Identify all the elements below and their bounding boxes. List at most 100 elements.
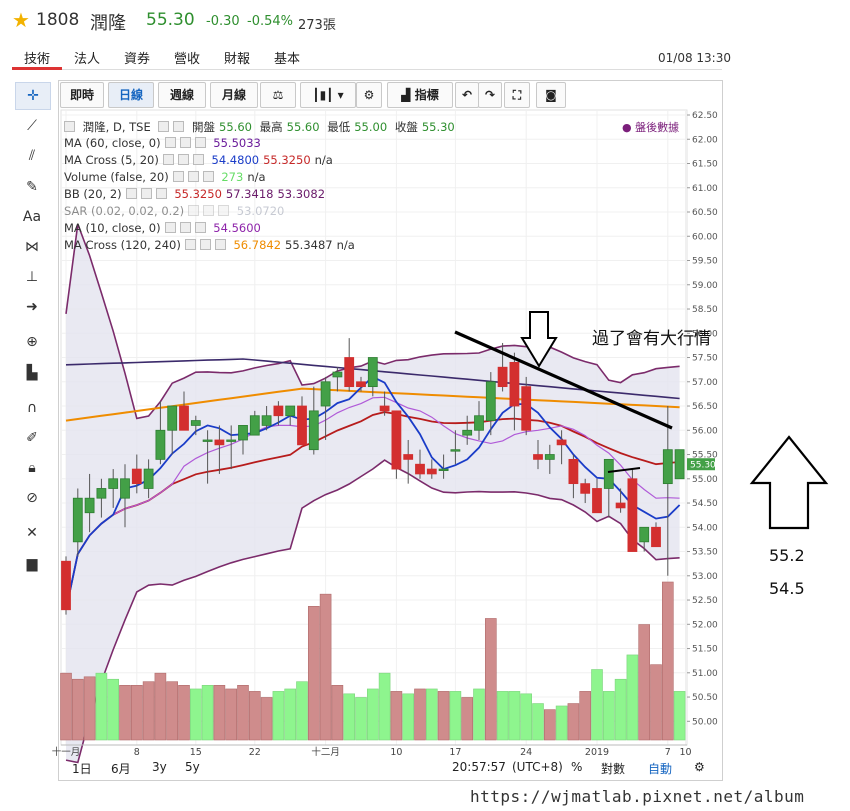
candle-body [214,439,225,446]
volume-bar [178,685,190,741]
visibility-icon[interactable] [199,239,211,250]
indicator-label: MA Cross (120, 240) [64,238,181,252]
range-6m-button[interactable]: 6月 [111,760,131,777]
close-icon[interactable] [202,171,214,182]
after-hours-toggle[interactable]: ● 盤後數據 [622,119,679,135]
candle-body [462,429,473,436]
volume-bar [249,691,261,741]
visibility-icon[interactable] [173,121,185,132]
indicator-value: 54.4800 [211,153,260,167]
candle-body [426,468,437,475]
log-scale-toggle[interactable]: 對數 [601,760,625,777]
visibility-icon[interactable] [179,137,191,148]
range-3y-button[interactable]: 3y [152,760,167,774]
axis-settings-gear-icon[interactable]: ⚙ [694,760,705,774]
volume-bar [638,624,651,741]
indicator-value: n/a [336,238,355,252]
volume-bar [661,581,674,741]
auto-scale-toggle[interactable]: 自動 [648,760,672,777]
candle-body [415,463,425,475]
candle-body [639,526,650,543]
volume-bar [437,691,450,741]
x-tick-label: 24 [520,747,532,758]
settings-icon[interactable] [162,154,174,165]
chart-bottom-bar: 1日 6月 3y 5y 20:57:57 (UTC+8) % 對數 自動 ⚙ [60,759,720,777]
volume-bar [579,691,592,741]
x-tick-label: 十二月 [311,746,340,758]
candle-body [497,366,508,388]
candle-body [474,415,484,431]
settings-icon[interactable] [164,137,176,148]
collapse-icon[interactable] [64,121,75,132]
visibility-icon[interactable] [177,154,189,165]
candle-body [96,488,107,499]
close-icon[interactable] [214,239,226,250]
x-tick-label: 22 [249,747,261,758]
candle-body [202,439,213,442]
volume-bar [508,691,521,741]
candle-body [332,371,343,378]
high-label: 最高 [259,120,283,134]
candle-body [651,526,661,548]
settings-icon[interactable] [164,222,176,233]
x-tick-label: 10 [679,747,691,758]
visibility-icon[interactable] [140,188,152,199]
candle-body [544,454,555,460]
indicator-label: MA (10, close, 0) [64,221,161,235]
volume-bar [237,685,249,741]
volume-bar [142,681,155,741]
volume-bar [355,697,367,741]
candle-body [120,478,130,499]
volume-bar [520,693,533,741]
range-1d-button[interactable]: 1日 [72,760,92,777]
x-tick-label: 2019 [585,747,609,758]
settings-icon[interactable] [172,171,184,182]
candle-body [533,454,543,460]
volume-bar [650,664,662,741]
clock-time: 20:57:57 [452,760,506,774]
legend-row: MA (60, close, 0) 55.5033 [64,136,265,150]
candle-body [521,386,532,431]
candle-body [485,381,496,421]
volume-bar [390,691,403,741]
range-5y-button[interactable]: 5y [185,760,200,774]
volume-bar [366,688,379,741]
close-icon[interactable] [194,137,206,148]
settings-icon[interactable] [188,205,200,216]
candle-body [238,425,248,441]
settings-icon[interactable] [158,121,170,132]
visibility-icon[interactable] [179,222,191,233]
indicator-value: 53.0720 [236,204,285,218]
settings-icon[interactable] [184,239,196,250]
volume-bar [414,688,426,741]
x-tick-label: 7 [665,747,671,758]
visibility-icon[interactable] [203,205,215,216]
close-icon[interactable] [218,205,230,216]
candle-body [568,458,579,485]
indicator-label: SAR (0.02, 0.02, 0.2) [64,204,185,218]
volume-bar [626,654,639,741]
settings-icon[interactable] [125,188,137,199]
candle-body [179,405,189,431]
indicator-value: 56.7842 [233,238,282,252]
timezone[interactable]: (UTC+8) [512,760,563,774]
volume-bar [272,691,285,741]
volume-bar [201,685,214,741]
volume-bar [555,705,568,741]
volume-bar [190,688,202,741]
candle-body [155,429,166,460]
close-icon[interactable] [155,188,167,199]
close-icon[interactable] [194,222,206,233]
volume-bar [614,678,627,741]
candle-body [674,449,685,480]
close-value: 55.30 [421,120,455,134]
close-icon[interactable] [192,154,204,165]
indicator-value: 55.5033 [213,136,261,150]
candle-body [592,488,602,514]
volume-bar [284,688,297,741]
price-axis[interactable] [687,110,720,745]
volume-bar [567,703,580,741]
percent-scale-toggle[interactable]: % [571,760,582,774]
visibility-icon[interactable] [187,171,199,182]
after-hours-label: 盤後數據 [635,121,680,134]
